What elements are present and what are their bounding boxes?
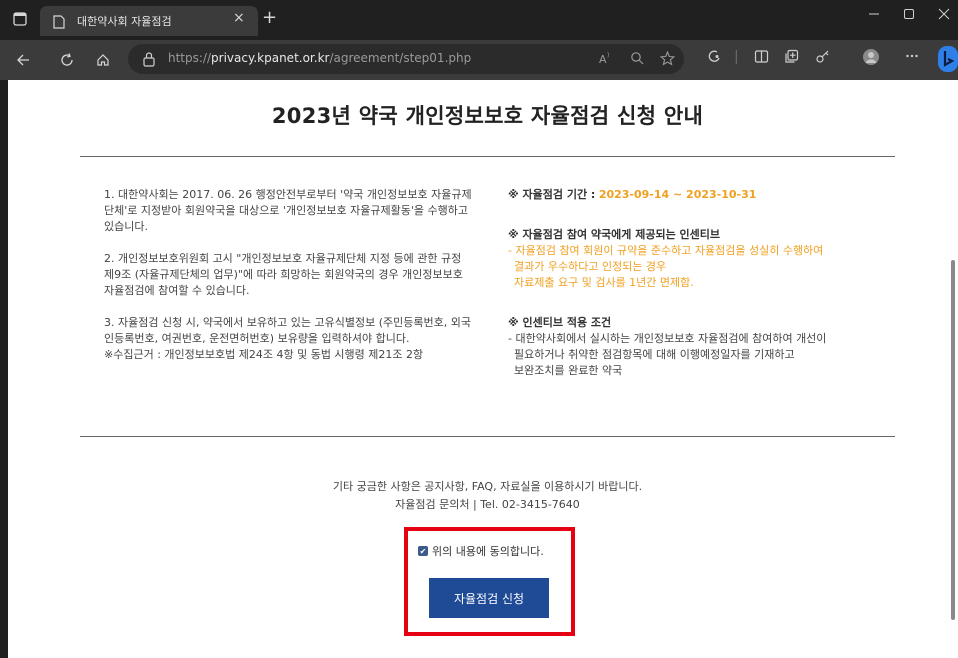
period-row: ※ 자율점검 기간 : 2023-09-14 ~ 2023-10-31 [508, 187, 888, 203]
incentive-title: ※ 자율점검 참여 약국에게 제공되는 인센티브 [508, 228, 721, 241]
svg-text:): ) [607, 52, 609, 59]
bing-icon[interactable] [938, 46, 958, 76]
settings-icon[interactable] [815, 49, 830, 68]
read-aloud-icon[interactable]: A) [598, 51, 612, 69]
condition-line-2: 필요하거나 취약한 점검항목에 대해 이행예정일자를 기재하고 [514, 348, 795, 361]
minimize-icon[interactable] [868, 8, 880, 24]
maximize-icon[interactable] [903, 8, 915, 24]
split-screen-icon[interactable] [754, 49, 769, 68]
bottom-divider [80, 436, 895, 437]
browser-tab[interactable]: 대한약사회 자율점검 × [40, 6, 258, 36]
collections-icon[interactable] [784, 49, 799, 68]
favorite-icon[interactable] [659, 50, 676, 70]
incentive-line-3: 자료제출 요구 및 검사를 1년간 면제함. [514, 276, 694, 289]
tab-close-icon[interactable]: × [233, 10, 245, 26]
url-path: /agreement/step01.php [329, 51, 472, 65]
incentive-line-2: 결과가 우수하다고 인정되는 경우 [514, 260, 667, 273]
page-title: 2023년 약국 개인정보보호 자율점검 신청 안내 [271, 104, 704, 128]
condition-line-3: 보완조치를 완료한 약국 [514, 364, 623, 377]
tab-title: 대한약사회 자율점검 [77, 15, 172, 28]
back-icon[interactable] [12, 49, 34, 71]
browser-titlebar: 대한약사회 자율점검 × + [0, 0, 958, 40]
footer-contact-text: 자율점검 문의처 | Tel. 02-3415-7640 [395, 498, 580, 511]
contact-info: 기타 궁금한 사항은 공지사항, FAQ, 자료실을 이용하시기 바랍니다. 자… [80, 478, 895, 514]
scrollbar[interactable] [946, 80, 958, 658]
footer-help-text: 기타 궁금한 사항은 공지사항, FAQ, 자료실을 이용하시기 바랍니다. [332, 480, 643, 493]
url-prefix: https:// [168, 51, 212, 65]
period-label: ※ 자율점검 기간 : [508, 188, 596, 201]
highlight-box [404, 527, 575, 636]
collection-basis-note: ※수집근거 : 개인정보보호법 제24조 4항 및 동법 시행령 제21조 2항 [104, 348, 424, 361]
lock-icon[interactable] [142, 51, 156, 67]
url-domain: privacy.kpanet.or.kr [211, 51, 330, 65]
profile-icon[interactable] [862, 48, 880, 70]
more-icon[interactable] [905, 49, 919, 67]
home-icon[interactable] [92, 49, 114, 71]
svg-text:A: A [599, 53, 607, 65]
notice-paragraph-1: 1. 대한약사회는 2017. 06. 26 행정안전부로부터 '약국 개인정보… [104, 188, 472, 233]
top-divider [80, 156, 895, 157]
period-value: 2023-09-14 ~ 2023-10-31 [598, 188, 757, 201]
extensions-icon[interactable] [707, 49, 722, 68]
condition-title: ※ 인센티브 적용 조건 [508, 316, 612, 329]
page-icon [53, 14, 65, 29]
new-tab-button[interactable]: + [262, 7, 277, 28]
close-window-icon[interactable] [938, 8, 950, 24]
refresh-icon[interactable] [56, 49, 78, 71]
incentive-line-1: - 자율점검 참여 회원이 규약을 준수하고 자율점검을 성실히 수행하여 [508, 244, 824, 257]
notice-paragraph-3: 3. 자율점검 신청 시, 약국에서 보유하고 있는 고유식별정보 (주민등록번… [104, 316, 471, 345]
url-text[interactable]: https://privacy.kpanet.or.kr/agreement/s… [168, 51, 471, 65]
address-bar[interactable]: https://privacy.kpanet.or.kr/agreement/s… [128, 44, 684, 74]
scrollbar-thumb[interactable] [951, 260, 955, 620]
notice-left-column: 1. 대한약사회는 2017. 06. 26 행정안전부로부터 '약국 개인정보… [104, 187, 474, 379]
condition-line-1: - 대한약사회에서 실시하는 개인정보보호 자율점검에 참여하여 개선이 [508, 332, 827, 345]
browser-navbar: https://privacy.kpanet.or.kr/agreement/s… [0, 40, 958, 80]
toolbar-divider: | [734, 49, 739, 65]
window-icon[interactable] [10, 9, 30, 29]
page-content: 2023년 약국 개인정보보호 자율점검 신청 안내 1. 대한약사회는 201… [0, 80, 958, 658]
notice-right-column: ※ 자율점검 기간 : 2023-09-14 ~ 2023-10-31 ※ 자율… [508, 187, 888, 379]
zoom-icon[interactable] [630, 51, 644, 69]
notice-paragraph-2: 2. 개인정보보호위원회 고시 "개인정보보호 자율규제단체 지정 등에 관한 … [104, 252, 463, 297]
